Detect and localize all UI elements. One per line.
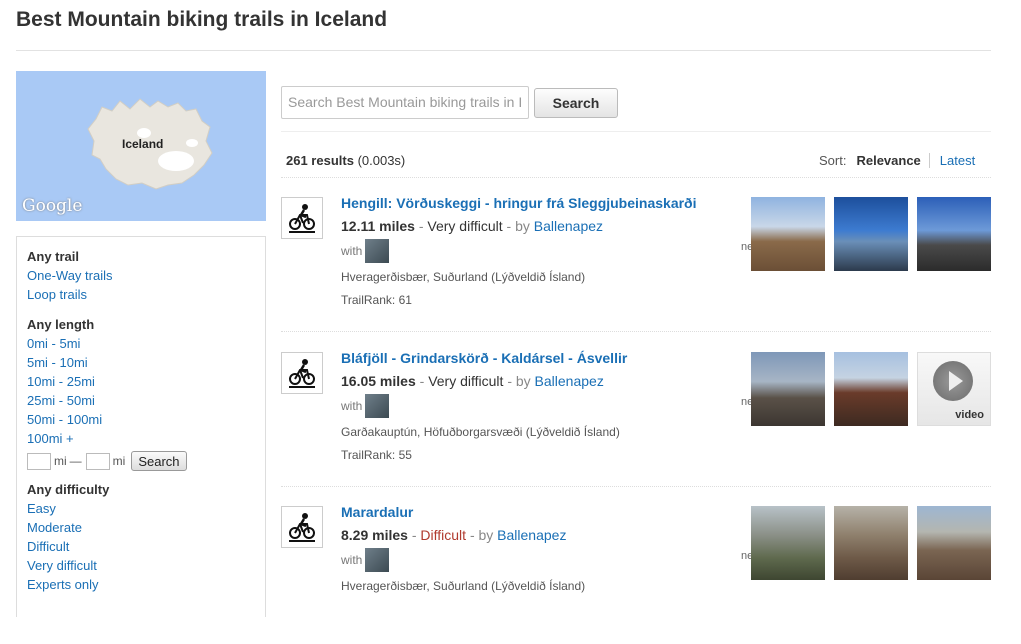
trail-with: with <box>341 548 390 572</box>
difficulty-filter: Any difficulty Easy Moderate Difficult V… <box>17 481 265 594</box>
trail-distance: 16.05 miles <box>341 373 416 389</box>
trail-photo[interactable] <box>834 352 908 426</box>
results-divider <box>281 331 991 332</box>
filter-very-difficult[interactable]: Very difficult <box>27 556 255 575</box>
results-divider <box>281 177 991 178</box>
trail-with: with <box>341 239 390 263</box>
sort-relevance[interactable]: Relevance <box>856 153 930 168</box>
with-label: with <box>341 399 363 413</box>
companion-avatar[interactable] <box>365 394 390 418</box>
video-label: video <box>955 409 984 421</box>
length-filter: Any length 0mi - 5mi 5mi - 10mi 10mi - 2… <box>17 316 265 471</box>
trail-name[interactable]: Marardalur <box>341 504 413 520</box>
trail-photo[interactable] <box>917 506 991 580</box>
min-unit-label: mi <box>54 454 67 468</box>
trail-video[interactable]: video <box>917 352 991 426</box>
with-label: with <box>341 553 363 567</box>
filter-heading-trail: Any trail <box>27 249 80 264</box>
trail-difficulty: Difficult <box>420 527 467 543</box>
filter-length-25-50[interactable]: 25mi - 50mi <box>27 391 255 410</box>
trail-by-label: - by <box>506 218 530 234</box>
results-summary: 261 results (0.003s) <box>286 153 405 168</box>
trail-photo[interactable] <box>917 197 991 271</box>
sort-latest[interactable]: Latest <box>930 153 975 168</box>
trail-photo[interactable] <box>834 506 908 580</box>
trail-by-label: - by <box>507 373 531 389</box>
trail-photo[interactable] <box>751 506 825 580</box>
range-dash: — <box>69 454 82 468</box>
filter-length-0-5[interactable]: 0mi - 5mi <box>27 334 255 353</box>
trail-difficulty: Very difficult <box>428 373 504 389</box>
trail-difficulty: Very difficult <box>427 218 503 234</box>
page-title: Best Mountain biking trails in Iceland <box>16 8 388 31</box>
length-range-row: mi — mi Search <box>27 451 255 471</box>
trail-location: Hveragerðisbær, Suðurland (Lýðveldið Ísl… <box>341 270 586 284</box>
trail-author[interactable]: Ballenapez <box>534 218 603 234</box>
google-logo: Google <box>22 196 83 216</box>
title-divider <box>16 50 991 51</box>
sort-controls: Sort: Relevance Latest <box>819 153 975 168</box>
sort-label: Sort: <box>819 153 847 168</box>
mountain-bike-icon[interactable] <box>281 352 323 394</box>
trail-photo[interactable] <box>751 197 825 271</box>
filter-one-way[interactable]: One-Way trails <box>27 266 255 285</box>
trail-author[interactable]: Ballenapez <box>535 373 604 389</box>
filter-loop[interactable]: Loop trails <box>27 285 255 304</box>
trail-meta: 8.29 miles - Difficult - by Ballenapez <box>341 527 567 543</box>
trail-type-filter: Any trail One-Way trails Loop trails <box>17 248 265 304</box>
trail-meta: 16.05 miles - Very difficult - by Ballen… <box>341 373 604 389</box>
trail-rank: TrailRank: 61 <box>341 293 412 307</box>
trail-photo[interactable] <box>751 352 825 426</box>
trail-rank: TrailRank: 55 <box>341 448 412 462</box>
map-label: Iceland <box>122 137 164 151</box>
trail-author[interactable]: Ballenapez <box>497 527 566 543</box>
filter-heading-length: Any length <box>27 317 95 332</box>
filter-length-5-10[interactable]: 5mi - 10mi <box>27 353 255 372</box>
search-input[interactable]: Search Best Mountain biking trails in I <box>281 86 529 119</box>
trail-by-label: - by <box>469 527 494 543</box>
trail-result: Marardalur 8.29 miles - Difficult - by B… <box>281 504 991 644</box>
filter-experts-only[interactable]: Experts only <box>27 575 255 594</box>
search-button[interactable]: Search <box>534 88 618 118</box>
results-time: (0.003s) <box>357 153 406 168</box>
trail-name[interactable]: Hengill: Vörðuskeggi - hringur frá Slegg… <box>341 195 697 211</box>
results-count: 261 results <box>286 153 354 168</box>
mountain-bike-icon[interactable] <box>281 197 323 239</box>
filter-easy[interactable]: Easy <box>27 499 255 518</box>
trail-photo[interactable] <box>834 197 908 271</box>
trail-map[interactable]: Iceland Google <box>16 71 266 221</box>
trail-with: with <box>341 394 390 418</box>
with-label: with <box>341 244 363 258</box>
trail-location: Hveragerðisbær, Suðurland (Lýðveldið Ísl… <box>341 579 586 593</box>
trail-meta: 12.11 miles - Very difficult - by Ballen… <box>341 218 604 234</box>
length-range-search-button[interactable]: Search <box>131 451 187 471</box>
filter-length-50-100[interactable]: 50mi - 100mi <box>27 410 255 429</box>
trail-name[interactable]: Bláfjöll - Grindarskörð - Kaldársel - Ás… <box>341 350 627 366</box>
trail-result: Bláfjöll - Grindarskörð - Kaldársel - Ás… <box>281 350 991 490</box>
filter-panel: Any trail One-Way trails Loop trails Any… <box>16 236 266 617</box>
mountain-bike-icon[interactable] <box>281 506 323 548</box>
filter-moderate[interactable]: Moderate <box>27 518 255 537</box>
length-max-input[interactable] <box>85 452 110 470</box>
length-min-input[interactable] <box>27 452 51 470</box>
results-divider <box>281 486 991 487</box>
trail-distance: 12.11 miles <box>341 218 415 234</box>
max-unit-label: mi <box>112 454 126 468</box>
trail-result: Hengill: Vörðuskeggi - hringur frá Slegg… <box>281 195 991 335</box>
filter-heading-difficulty: Any difficulty <box>27 482 110 497</box>
trail-location: Garðakauptún, Höfuðborgarsvæði (Lýðveldi… <box>341 425 620 439</box>
companion-avatar[interactable] <box>365 548 390 572</box>
filter-length-100-plus[interactable]: 100mi + <box>27 429 255 448</box>
filter-length-10-25[interactable]: 10mi - 25mi <box>27 372 255 391</box>
search-divider <box>281 131 991 132</box>
filter-difficult[interactable]: Difficult <box>27 537 255 556</box>
companion-avatar[interactable] <box>365 239 390 263</box>
trail-distance: 8.29 miles <box>341 527 408 543</box>
